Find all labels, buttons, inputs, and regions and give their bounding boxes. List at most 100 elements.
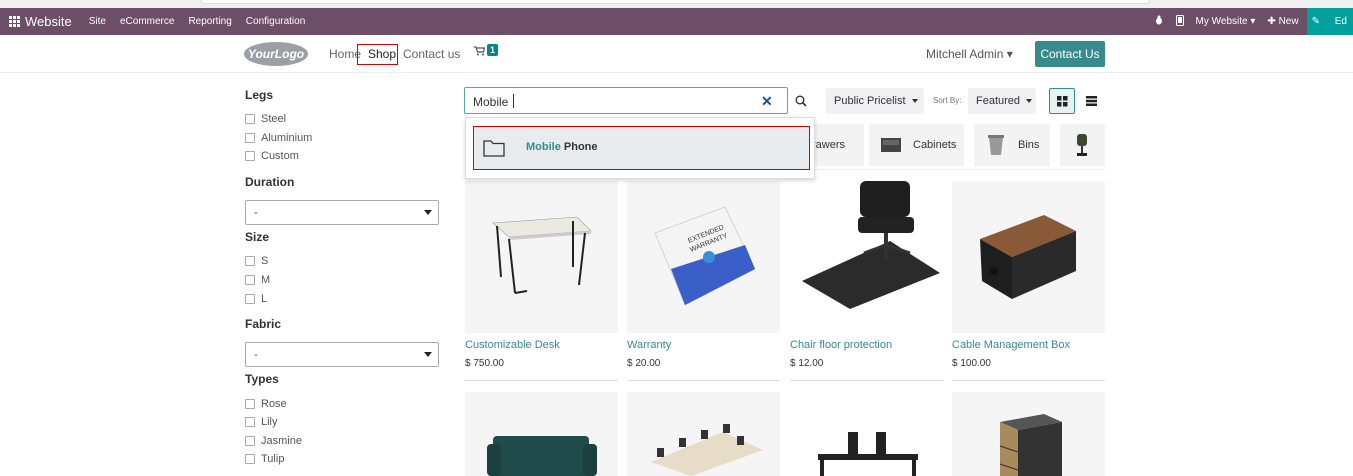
my-website-label: My Website	[1195, 16, 1248, 27]
filter-title-fabric: Fabric	[245, 317, 282, 331]
checkbox[interactable]	[245, 436, 255, 446]
admin-menu-ecommerce[interactable]: eCommerce	[120, 16, 174, 27]
caret-down-icon	[911, 99, 918, 103]
cart-count-badge: 1	[487, 44, 499, 56]
admin-menu-reporting[interactable]: Reporting	[188, 16, 231, 27]
filter-title-size: Size	[245, 230, 270, 244]
search-icon	[795, 95, 807, 107]
product-search-input[interactable]: Mobile ✕	[464, 87, 788, 114]
admin-menu-configuration[interactable]: Configuration	[246, 16, 305, 27]
pricelist-dropdown[interactable]: Public Pricelist	[826, 88, 924, 114]
checkbox[interactable]	[245, 256, 255, 266]
option-label: Steel	[261, 113, 287, 125]
duration-select[interactable]: -	[245, 200, 439, 225]
lamp-thumbnail-icon	[1070, 133, 1094, 157]
sort-value: Featured	[976, 95, 1021, 107]
checkbox[interactable]	[245, 114, 255, 124]
option-label: Custom	[261, 150, 299, 162]
product-card[interactable]	[952, 392, 1105, 476]
drawer-cabinet-product-image[interactable]	[952, 392, 1105, 476]
filter-option-rose[interactable]: Rose	[245, 398, 287, 410]
category-label: Bins	[1018, 139, 1040, 151]
product-name[interactable]: Cable Management Box	[952, 339, 1105, 351]
filter-option-l[interactable]: L	[245, 293, 267, 305]
checkbox[interactable]	[245, 275, 255, 285]
sort-dropdown[interactable]: Featured	[968, 88, 1036, 114]
fabric-selected: -	[254, 349, 258, 361]
contact-us-button[interactable]: Contact Us	[1035, 41, 1105, 67]
filter-option-jasmine[interactable]: Jasmine	[245, 435, 302, 447]
admin-brand[interactable]: Website	[25, 14, 72, 29]
grid-view-toggle[interactable]	[1049, 88, 1075, 114]
new-button[interactable]: ✚ New	[1267, 16, 1298, 27]
site-logo[interactable]: YourLogo	[244, 42, 308, 66]
user-menu[interactable]: Mitchell Admin ▾	[926, 47, 1013, 61]
search-value: Mobile	[473, 95, 509, 109]
filter-option-m[interactable]: M	[245, 274, 270, 286]
pricelist-label: Public Pricelist	[834, 95, 906, 107]
filter-option-custom[interactable]: Custom	[245, 150, 299, 162]
clear-search-icon[interactable]: ✕	[761, 93, 773, 110]
checkbox[interactable]	[245, 454, 255, 464]
category-bins[interactable]: Bins	[974, 124, 1050, 166]
product-price: $ 750.00	[465, 358, 504, 369]
product-name[interactable]: Chair floor protection	[790, 339, 943, 351]
shop-highlight-box	[357, 44, 398, 65]
category-label: Cabinets	[913, 139, 957, 151]
product-card[interactable]	[627, 392, 780, 476]
filter-title-legs: Legs	[245, 88, 274, 102]
checkbox[interactable]	[245, 294, 255, 304]
option-label: Rose	[261, 398, 287, 410]
workstation-product-image[interactable]	[790, 392, 943, 476]
checkbox[interactable]	[245, 133, 255, 143]
cable-box-product-image[interactable]	[952, 181, 1105, 333]
product-card[interactable]: EXTENDED WARRANTY Warranty $ 20.00	[627, 181, 780, 369]
my-website-menu[interactable]: My Website ▾	[1196, 16, 1256, 27]
browser-top-edge	[0, 0, 1353, 8]
nav-contact-us[interactable]: Contact us	[403, 47, 460, 61]
fabric-select[interactable]: -	[245, 342, 439, 367]
filter-option-tulip[interactable]: Tulip	[245, 453, 284, 465]
checkbox[interactable]	[245, 151, 255, 161]
text-caret	[513, 94, 514, 108]
search-button[interactable]	[790, 88, 812, 114]
edit-button[interactable]: ✎ Ed	[1306, 8, 1353, 35]
product-card[interactable]	[465, 392, 618, 476]
card-divider	[952, 380, 1105, 381]
cart-icon[interactable]	[474, 46, 486, 59]
filter-title-types: Types	[245, 372, 279, 386]
autocomplete-item-mobile-phone[interactable]: Mobile Phone	[473, 126, 810, 170]
category-cabinets[interactable]: Cabinets	[869, 124, 964, 166]
checkbox[interactable]	[245, 399, 255, 409]
filter-option-steel[interactable]: Steel	[245, 113, 286, 125]
apps-menu-icon[interactable]	[3, 16, 25, 27]
filter-option-lily[interactable]: Lily	[245, 416, 278, 428]
desk-product-image[interactable]	[465, 181, 618, 333]
card-divider	[790, 380, 943, 381]
bug-icon[interactable]	[1154, 15, 1164, 28]
product-name[interactable]: Customizable Desk	[465, 339, 618, 351]
filter-option-s[interactable]: S	[245, 255, 268, 267]
mobile-preview-icon[interactable]	[1175, 14, 1184, 29]
filter-option-aluminium[interactable]: Aluminium	[245, 132, 312, 144]
admin-menu-site[interactable]: Site	[89, 16, 106, 27]
product-card[interactable]: Cable Management Box $ 100.00	[952, 181, 1105, 369]
category-lamps[interactable]	[1060, 124, 1105, 166]
list-view-icon	[1085, 96, 1097, 106]
category-label: rawers	[812, 139, 846, 151]
list-view-toggle[interactable]	[1078, 88, 1104, 114]
warranty-product-image[interactable]: EXTENDED WARRANTY	[627, 181, 780, 333]
user-name: Mitchell Admin	[926, 47, 1004, 61]
sofa-product-image[interactable]	[465, 392, 618, 476]
checkbox[interactable]	[245, 417, 255, 427]
product-card[interactable]: Chair floor protection $ 12.00	[790, 181, 943, 369]
conference-table-product-image[interactable]	[627, 392, 780, 476]
product-card[interactable]: Customizable Desk $ 750.00	[465, 181, 618, 369]
sort-by-label: Sort By:	[933, 96, 962, 105]
product-name[interactable]: Warranty	[627, 339, 780, 351]
product-card[interactable]	[790, 392, 943, 476]
folder-icon	[483, 139, 505, 160]
chair-mat-product-image[interactable]	[790, 181, 943, 333]
caret-down-icon	[1026, 99, 1033, 103]
product-price: $ 12.00	[790, 358, 824, 369]
